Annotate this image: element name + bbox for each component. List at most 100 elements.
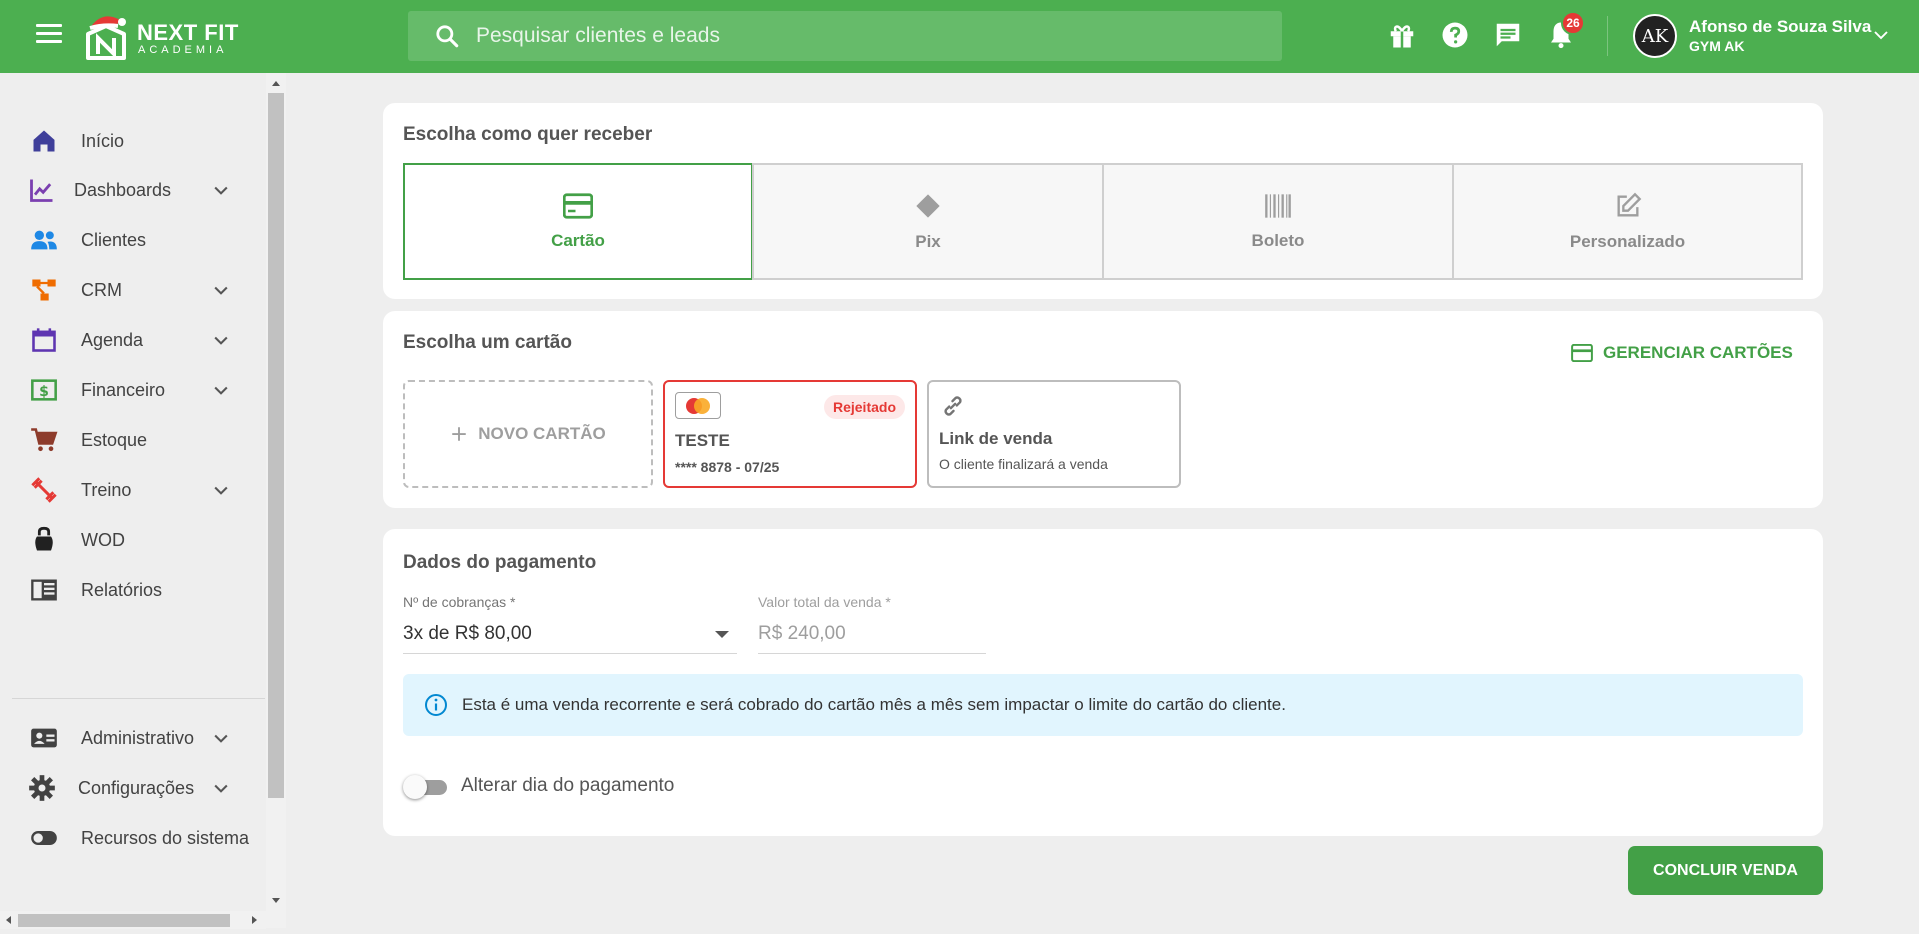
- sidebar-item-label: Clientes: [81, 229, 147, 250]
- notification-badge: 26: [1561, 11, 1585, 35]
- payment-title: Dados do pagamento: [403, 552, 597, 573]
- payment-link-option[interactable]: Link de venda O cliente finalizará a ven…: [927, 380, 1181, 488]
- brand-sub: ACADEMIA: [138, 44, 228, 56]
- chevron-down-icon[interactable]: [211, 480, 231, 500]
- toggle-icon: [31, 831, 57, 845]
- search-icon: [436, 25, 459, 48]
- chevron-down-icon[interactable]: [211, 180, 231, 200]
- sidebar-item-financeiro[interactable]: $ Financeiro: [0, 365, 265, 415]
- svg-text:$: $: [39, 384, 49, 400]
- receive-title: Escolha como quer receber: [403, 124, 653, 145]
- installments-select[interactable]: 3x de R$ 80,00: [403, 614, 737, 654]
- barcode-icon: [1265, 193, 1291, 218]
- method-boleto[interactable]: Boleto: [1102, 163, 1454, 280]
- sidebar-item-crm[interactable]: CRM: [0, 265, 265, 315]
- sidebar-item-clientes[interactable]: Clientes: [0, 215, 265, 265]
- link-subtitle: O cliente finalizará a venda: [939, 456, 1108, 472]
- conclude-sale-button[interactable]: CONCLUIR VENDA: [1628, 846, 1823, 895]
- search-bar[interactable]: [408, 11, 1282, 61]
- chevron-down-icon[interactable]: [211, 778, 231, 798]
- edit-icon: [1617, 192, 1641, 216]
- method-personalizado[interactable]: Personalizado: [1452, 163, 1803, 280]
- sidebar-item-label: Início: [81, 130, 125, 151]
- sidebar-item-inicio[interactable]: Início: [0, 116, 265, 166]
- toggle-label: Alterar dia do pagamento: [461, 775, 675, 796]
- toggle-thumb: [403, 775, 427, 799]
- scroll-up-icon[interactable]: [272, 81, 280, 86]
- avatar[interactable]: AK: [1633, 14, 1677, 58]
- home-icon: [33, 130, 55, 152]
- sidebar-hscroll-thumb[interactable]: [18, 914, 230, 927]
- scroll-down-icon[interactable]: [272, 898, 280, 903]
- link-icon: [944, 396, 962, 416]
- choose-card-title: Escolha um cartão: [403, 332, 572, 353]
- top-bar: NEXT FIT ACADEMIA 26 AK Afonso de Souza …: [0, 0, 1919, 73]
- sidebar-item-configuracoes[interactable]: Configurações: [0, 763, 265, 813]
- sidebar-scroll-thumb[interactable]: [268, 93, 284, 798]
- report-icon: [31, 579, 57, 601]
- method-cartao[interactable]: Cartão: [403, 163, 753, 280]
- manage-cards-label: GERENCIAR CARTÕES: [1603, 343, 1793, 362]
- method-label: Personalizado: [1569, 231, 1686, 251]
- info-text: Esta é uma venda recorrente e será cobra…: [462, 695, 1286, 714]
- method-pix[interactable]: Pix: [752, 163, 1104, 280]
- sidebar-item-label: Configurações: [78, 777, 195, 798]
- sidebar-item-label: Agenda: [81, 329, 144, 350]
- credit-card-icon: [563, 192, 593, 219]
- chevron-down-icon[interactable]: [211, 380, 231, 400]
- payment-day-toggle[interactable]: [403, 775, 448, 799]
- sidebar-item-administrativo[interactable]: Administrativo: [0, 713, 265, 763]
- menu-icon[interactable]: [36, 24, 62, 46]
- calendar-icon: [32, 328, 56, 352]
- manage-cards-button[interactable]: GERENCIAR CARTÕES: [1571, 343, 1793, 363]
- scroll-right-icon[interactable]: [252, 916, 257, 924]
- sidebar-item-label: Dashboards: [74, 179, 172, 200]
- search-input[interactable]: [476, 24, 1176, 48]
- method-label: Pix: [915, 231, 941, 251]
- sidebar-item-label: Treino: [81, 479, 132, 500]
- pix-icon: [916, 193, 940, 218]
- chat-icon[interactable]: [1493, 20, 1523, 50]
- total-field: R$ 240,00: [758, 614, 986, 654]
- plus-icon: [452, 427, 466, 441]
- sidebar-item-dashboards[interactable]: Dashboards: [0, 165, 265, 215]
- new-card-button[interactable]: NOVO CARTÃO: [403, 380, 653, 488]
- sidebar-item-agenda[interactable]: Agenda: [0, 315, 265, 365]
- sidebar-item-label: Administrativo: [81, 727, 195, 748]
- total-label: Valor total da venda *: [758, 594, 891, 610]
- mastercard-icon: [675, 392, 721, 419]
- new-card-label: NOVO CARTÃO: [478, 424, 606, 443]
- credit-card-icon: [1571, 344, 1593, 362]
- card-number: **** 8878 - 07/25: [675, 459, 780, 475]
- sidebar-item-label: CRM: [81, 279, 122, 300]
- sidebar-divider: [12, 698, 265, 699]
- chevron-down-icon[interactable]: [211, 728, 231, 748]
- method-label: Boleto: [1251, 230, 1305, 250]
- logo[interactable]: NEXT FIT ACADEMIA: [82, 8, 252, 64]
- sidebar-item-relatorios[interactable]: Relatórios: [0, 565, 265, 615]
- gift-icon[interactable]: [1387, 20, 1417, 50]
- help-icon[interactable]: [1440, 20, 1470, 50]
- sidebar-item-estoque[interactable]: Estoque: [0, 415, 265, 465]
- dropdown-arrow-icon: [715, 631, 729, 638]
- sidebar-item-label: Estoque: [81, 429, 148, 450]
- sidebar-item-wod[interactable]: WOD: [0, 515, 265, 565]
- chevron-down-icon[interactable]: [211, 280, 231, 300]
- info-banner: Esta é uma venda recorrente e será cobra…: [403, 674, 1803, 736]
- chevron-down-icon[interactable]: [211, 330, 231, 350]
- user-org: GYM AK: [1689, 38, 1745, 54]
- installments-value: 3x de R$ 80,00: [403, 622, 532, 644]
- sidebar: Início Dashboards Clientes CRM Agenda $ …: [0, 73, 288, 934]
- method-label: Cartão: [551, 230, 605, 250]
- people-icon: [31, 230, 57, 250]
- info-icon: [425, 694, 447, 716]
- saved-card-teste[interactable]: Rejeitado TESTE **** 8878 - 07/25: [663, 380, 917, 488]
- chevron-down-icon[interactable]: [1872, 26, 1890, 44]
- installments-label: Nº de cobranças *: [403, 594, 516, 610]
- sidebar-item-treino[interactable]: Treino: [0, 465, 265, 515]
- user-name[interactable]: Afonso de Souza Silva: [1689, 17, 1871, 37]
- sidebar-item-recursos[interactable]: Recursos do sistema: [0, 813, 265, 863]
- header-divider: [1607, 16, 1608, 56]
- card-name: TESTE: [675, 431, 730, 450]
- scroll-left-icon[interactable]: [6, 916, 11, 924]
